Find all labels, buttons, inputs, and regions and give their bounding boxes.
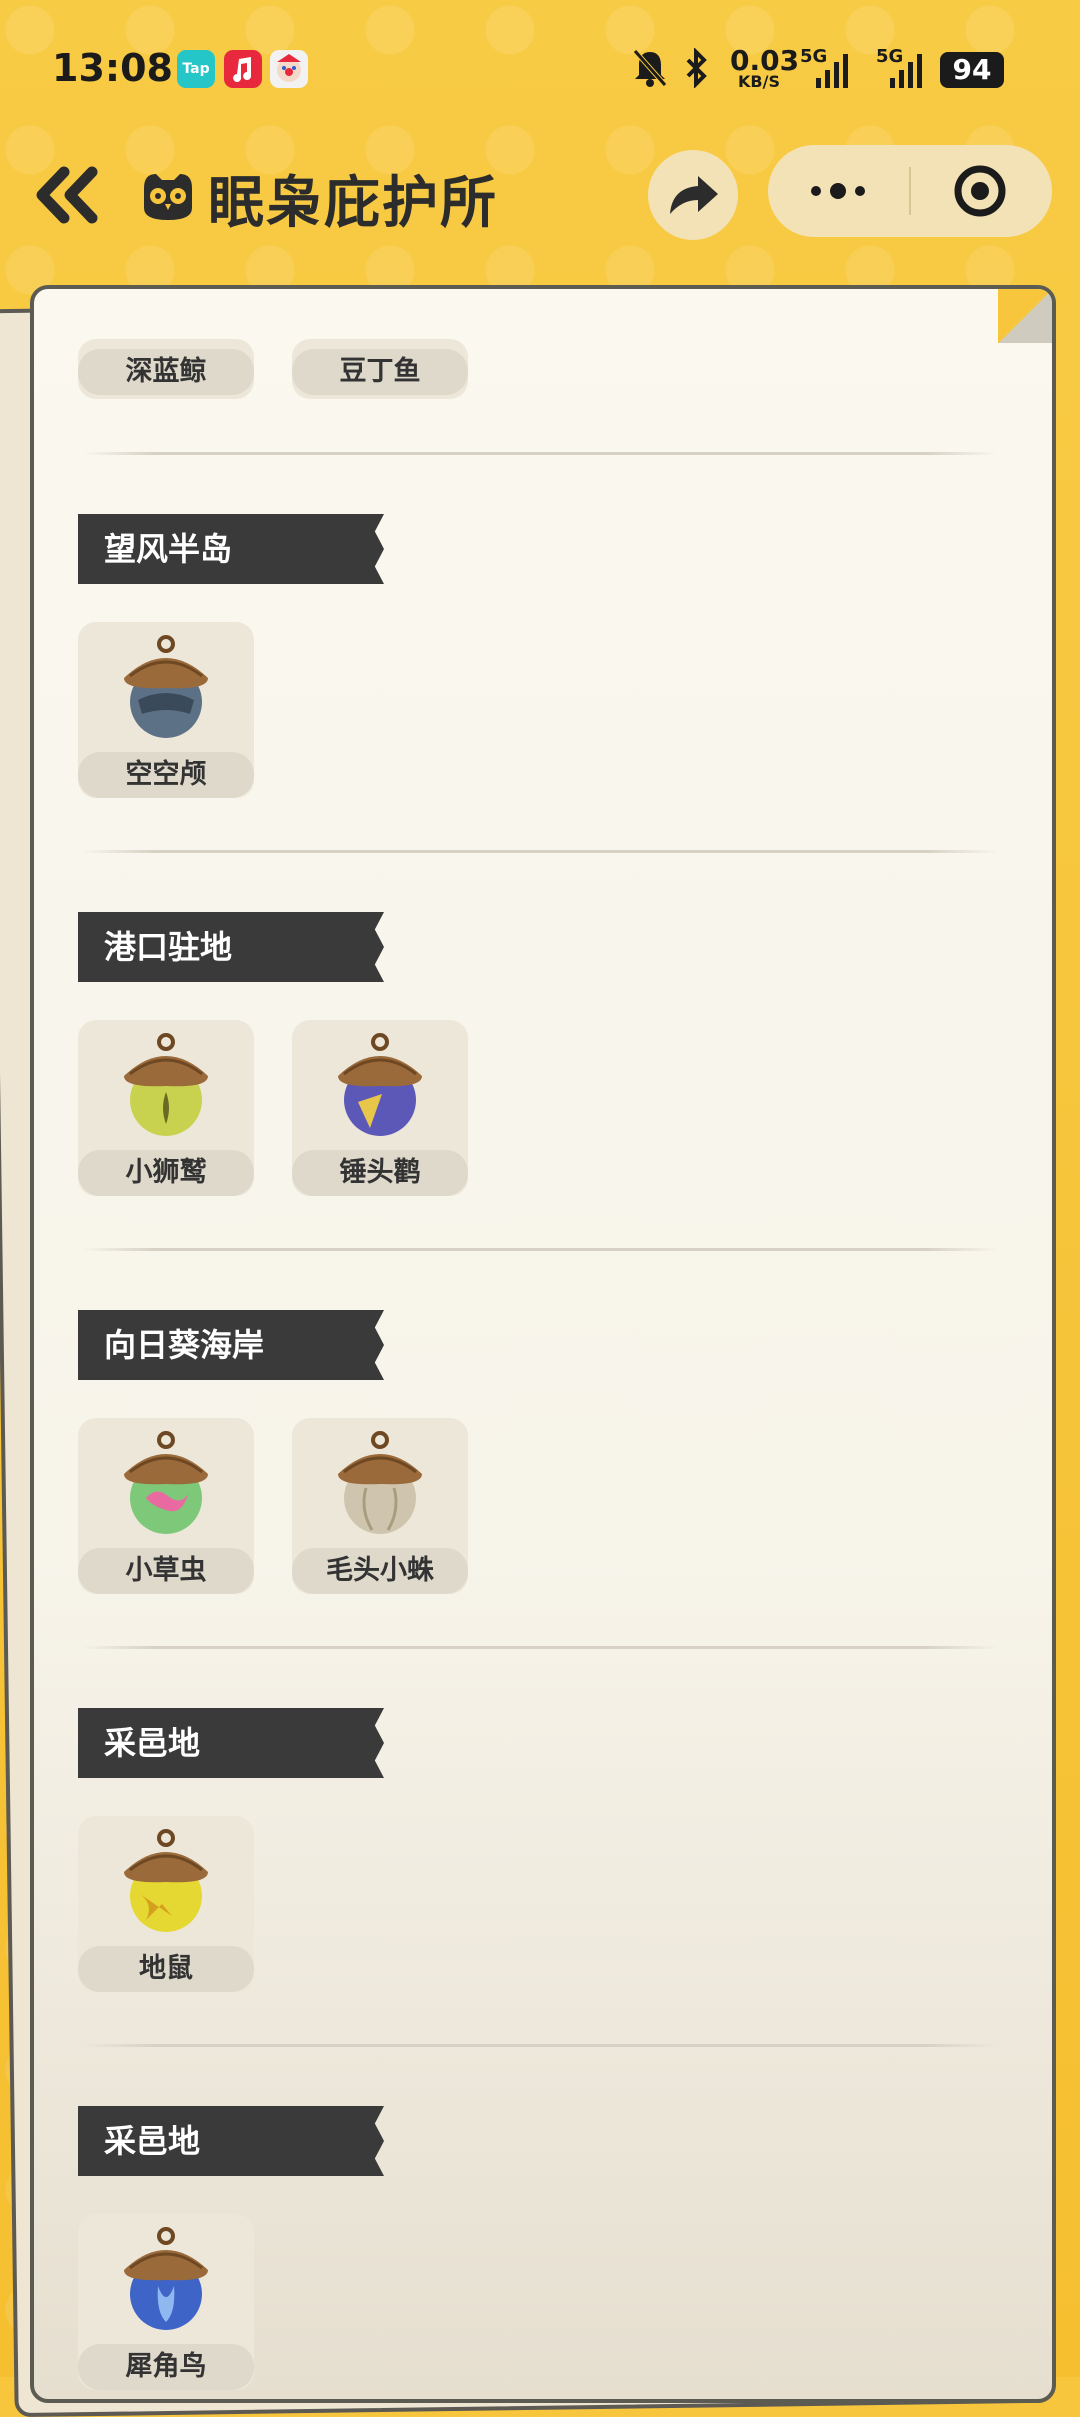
- creature-name: 豆丁鱼: [292, 349, 468, 395]
- creature-card[interactable]: 空空颅: [78, 622, 254, 798]
- share-arrow-icon: [670, 176, 718, 214]
- section-title: 望风半岛: [78, 514, 384, 584]
- creature-card[interactable]: 小狮鹫: [78, 1020, 254, 1196]
- close-button[interactable]: [912, 145, 1052, 237]
- creature-card[interactable]: 犀角鸟: [78, 2214, 254, 2390]
- owl-icon: [138, 168, 198, 222]
- content-card[interactable]: 深蓝鲸 豆丁鱼 望风半岛 空空颅 港口驻地 小狮鹫 锤头鹳 向日葵海岸 小草虫 …: [30, 285, 1056, 2403]
- creature-name: 空空颅: [78, 752, 254, 798]
- acorn-icon: [338, 1033, 422, 1136]
- more-dots-icon: [811, 183, 865, 199]
- creature-card[interactable]: 豆丁鱼: [292, 339, 468, 399]
- creature-card[interactable]: 锤头鹳: [292, 1020, 468, 1196]
- back-double-chevron-icon: [36, 166, 98, 224]
- creature-name: 锤头鹳: [292, 1150, 468, 1196]
- acorn-icon: [124, 635, 208, 738]
- net-unit: KB/S: [738, 72, 780, 91]
- mute-icon: [632, 48, 668, 92]
- acorn-icon: [124, 1431, 208, 1534]
- creature-name: 小狮鹫: [78, 1150, 254, 1196]
- mini-program-capsule: [768, 145, 1052, 237]
- section-divider: [82, 2044, 998, 2047]
- creature-name: 地鼠: [78, 1946, 254, 1992]
- share-button[interactable]: [648, 150, 738, 240]
- section-title: 采邑地: [78, 2106, 384, 2176]
- creature-card[interactable]: 地鼠: [78, 1816, 254, 1992]
- creature-name: 小草虫: [78, 1548, 254, 1594]
- more-button[interactable]: [768, 145, 908, 237]
- creature-card[interactable]: 深蓝鲸: [78, 339, 254, 399]
- section-divider: [82, 452, 998, 455]
- music-app-icon: [224, 50, 262, 88]
- tap-app-icon: Tap: [177, 50, 215, 88]
- acorn-icon: [338, 1431, 422, 1534]
- clown-app-icon: [270, 50, 308, 88]
- creature-card[interactable]: 小草虫: [78, 1418, 254, 1594]
- creature-name: 毛头小蛛: [292, 1548, 468, 1594]
- signal-1-icon: [812, 50, 852, 94]
- section-divider: [82, 1248, 998, 1251]
- capsule-divider: [909, 167, 911, 215]
- page-fold-corner: [998, 289, 1052, 343]
- acorn-icon: [124, 1829, 208, 1932]
- creature-name: 犀角鸟: [78, 2344, 254, 2390]
- section-title: 采邑地: [78, 1708, 384, 1778]
- back-button[interactable]: [30, 160, 110, 230]
- signal-2-icon: [886, 50, 926, 94]
- status-bar: 13:08 Tap 0.03 KB/S 5G 5G 94: [0, 0, 1080, 140]
- section-divider: [82, 1646, 998, 1649]
- creature-card[interactable]: 毛头小蛛: [292, 1418, 468, 1594]
- creature-name: 深蓝鲸: [78, 349, 254, 395]
- section-title: 向日葵海岸: [78, 1310, 384, 1380]
- battery-indicator: 94: [940, 52, 1004, 88]
- status-time: 13:08: [52, 46, 173, 90]
- target-close-icon: [954, 165, 1006, 217]
- acorn-icon: [124, 1033, 208, 1136]
- section-divider: [82, 850, 998, 853]
- section-title: 港口驻地: [78, 912, 384, 982]
- page-title: 眠枭庇护所: [208, 171, 498, 236]
- acorn-icon: [124, 2227, 208, 2330]
- bluetooth-icon: [682, 47, 712, 92]
